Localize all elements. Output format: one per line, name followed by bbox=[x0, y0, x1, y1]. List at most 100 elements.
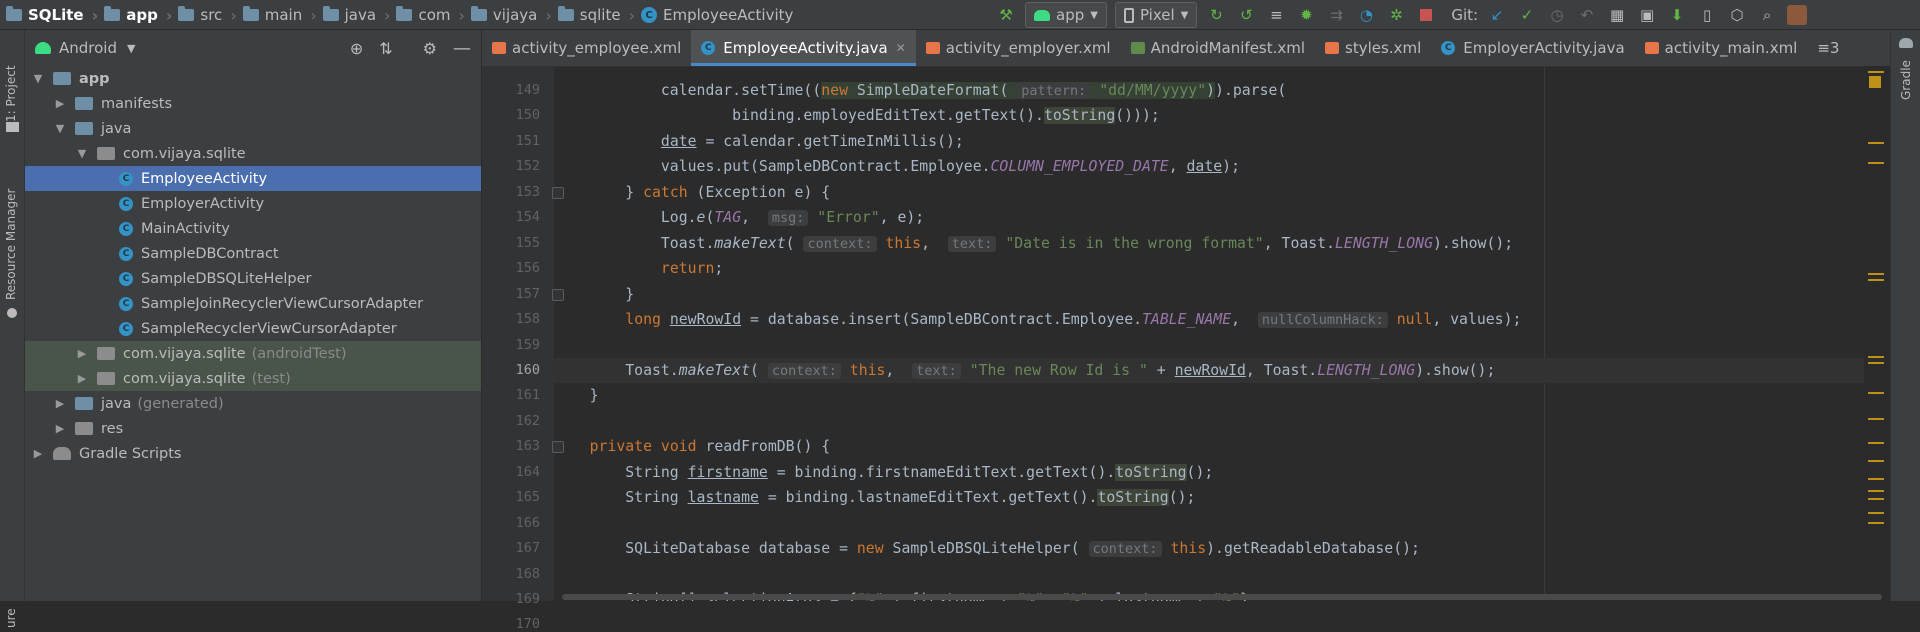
hide-icon[interactable]: — bbox=[453, 38, 471, 59]
tab-activity-main-xml[interactable]: activity_main.xml bbox=[1635, 30, 1808, 66]
scroll-marker[interactable] bbox=[1868, 442, 1884, 444]
debug-icon[interactable]: ✹ bbox=[1295, 2, 1317, 28]
chevron-right-icon[interactable]: ▶ bbox=[53, 97, 67, 110]
scroll-marker[interactable] bbox=[1868, 522, 1884, 524]
stop-icon[interactable] bbox=[1415, 2, 1437, 28]
project-tool-tab[interactable]: 1: Project bbox=[4, 65, 18, 122]
tree-item-label: com.vijaya.sqlite bbox=[123, 145, 246, 162]
tab-employeeactivity-java[interactable]: C EmployeeActivity.java ✕ bbox=[691, 30, 916, 66]
project-structure-icon[interactable]: ▦ bbox=[1606, 2, 1628, 28]
chevron-down-icon[interactable]: ▼ bbox=[31, 72, 45, 85]
attach-process-icon[interactable]: ✲ bbox=[1385, 2, 1407, 28]
resource-manager-tab[interactable]: Resource Manager bbox=[4, 189, 18, 300]
tree-item[interactable]: C EmployerActivity bbox=[25, 191, 481, 216]
attach-debugger-icon[interactable]: ⇉ bbox=[1325, 2, 1347, 28]
apply-changes-icon[interactable]: ↻ bbox=[1205, 2, 1227, 28]
chevron-down-icon[interactable]: ▼ bbox=[127, 42, 135, 55]
scroll-marker[interactable] bbox=[1868, 512, 1884, 514]
tree-item[interactable]: C SampleDBContract bbox=[25, 241, 481, 266]
tab-employeractivity-java[interactable]: C EmployerActivity.java bbox=[1431, 30, 1634, 66]
chevron-down-icon[interactable]: ▼ bbox=[53, 122, 67, 135]
breadcrumb-item[interactable]: com › bbox=[390, 0, 465, 30]
scroll-marker[interactable] bbox=[1868, 356, 1884, 358]
tab-styles-xml[interactable]: styles.xml bbox=[1315, 30, 1431, 66]
scroll-marker[interactable] bbox=[1868, 279, 1884, 281]
tree-item[interactable]: ▶ java (generated) bbox=[25, 391, 481, 416]
chevron-right-icon[interactable]: ▶ bbox=[31, 447, 45, 460]
gear-icon[interactable]: ⚙ bbox=[423, 39, 437, 58]
sdk-icon[interactable]: ⬡ bbox=[1726, 2, 1748, 28]
apply-code-changes-icon[interactable]: ↺ bbox=[1235, 2, 1257, 28]
line-number: 169 bbox=[515, 591, 540, 607]
scroll-marker[interactable] bbox=[1868, 418, 1884, 420]
hammer-icon[interactable]: ⚒ bbox=[995, 2, 1017, 28]
tree-item[interactable]: ▼ app bbox=[25, 66, 481, 91]
scroll-marker[interactable] bbox=[1868, 362, 1884, 364]
tree-item[interactable]: ▼ java bbox=[25, 116, 481, 141]
chevron-down-icon[interactable]: ▼ bbox=[75, 147, 89, 160]
device-file-icon[interactable]: ▯ bbox=[1696, 2, 1718, 28]
tree-item[interactable]: C MainActivity bbox=[25, 216, 481, 241]
tree-item[interactable]: ▼ com.vijaya.sqlite bbox=[25, 141, 481, 166]
collapse-all-icon[interactable]: ⇅ bbox=[379, 39, 392, 58]
coverage-icon[interactable]: ≡ bbox=[1265, 2, 1287, 28]
scroll-marker[interactable] bbox=[1868, 478, 1884, 480]
chevron-right-icon[interactable]: ▶ bbox=[53, 422, 67, 435]
git-rollback-icon[interactable]: ↶ bbox=[1576, 2, 1598, 28]
error-stripe[interactable] bbox=[1864, 66, 1890, 601]
horizontal-scrollbar[interactable] bbox=[562, 594, 1882, 600]
git-commit-icon[interactable]: ✓ bbox=[1516, 2, 1538, 28]
scroll-marker[interactable] bbox=[1868, 392, 1884, 394]
sdk-manager-icon[interactable]: ⬇ bbox=[1666, 2, 1688, 28]
scroll-marker[interactable] bbox=[1868, 498, 1884, 500]
breadcrumb-item[interactable]: vijaya › bbox=[465, 0, 552, 30]
scroll-marker[interactable] bbox=[1868, 71, 1884, 73]
avd-manager-icon[interactable]: ▣ bbox=[1636, 2, 1658, 28]
avatar[interactable] bbox=[1786, 2, 1808, 28]
chevron-right-icon[interactable]: ▶ bbox=[75, 372, 89, 385]
tab-activity-employee-xml[interactable]: activity_employee.xml bbox=[482, 30, 691, 66]
structure-tab[interactable]: ure bbox=[4, 608, 18, 628]
code-view[interactable]: calendar.setTime((new SimpleDateFormat( … bbox=[554, 66, 1864, 601]
tree-item[interactable]: ▶ com.vijaya.sqlite (androidTest) bbox=[25, 341, 481, 366]
tree-item[interactable]: ▶ res bbox=[25, 416, 481, 441]
search-icon[interactable]: ⌕ bbox=[1756, 2, 1778, 28]
breadcrumb-item[interactable]: C EmployeeActivity bbox=[635, 0, 793, 30]
code-line: values.put(SampleDBContract.Employee.COL… bbox=[554, 158, 1240, 176]
tab-androidmanifest-xml[interactable]: AndroidManifest.xml bbox=[1121, 30, 1315, 66]
scroll-marker[interactable] bbox=[1868, 273, 1884, 275]
breadcrumb-item[interactable]: java › bbox=[317, 0, 390, 30]
tab--3[interactable]: ≡3 bbox=[1807, 30, 1849, 66]
breadcrumb-item[interactable]: src › bbox=[172, 0, 237, 30]
breadcrumb-item[interactable]: SQLite › bbox=[0, 0, 98, 30]
tree-item[interactable]: C SampleJoinRecyclerViewCursorAdapter bbox=[25, 291, 481, 316]
tree-item[interactable]: ▶ Gradle Scripts bbox=[25, 441, 481, 466]
scroll-marker[interactable] bbox=[1868, 490, 1884, 492]
run-config-selector[interactable]: app ▼ bbox=[1025, 2, 1107, 28]
tree-item[interactable]: ▶ com.vijaya.sqlite (test) bbox=[25, 366, 481, 391]
warning-indicator[interactable] bbox=[1869, 76, 1881, 88]
view-mode-selector[interactable]: Android bbox=[59, 39, 117, 57]
breadcrumb-item[interactable]: sqlite › bbox=[552, 0, 635, 30]
chevron-right-icon[interactable]: ▶ bbox=[75, 347, 89, 360]
breadcrumb-label: SQLite bbox=[28, 6, 84, 24]
tree-item[interactable]: C SampleRecyclerViewCursorAdapter bbox=[25, 316, 481, 341]
breadcrumb-item[interactable]: main › bbox=[237, 0, 317, 30]
scroll-marker[interactable] bbox=[1868, 460, 1884, 462]
gradle-tool-tab[interactable]: Gradle bbox=[1899, 60, 1913, 100]
git-history-icon[interactable]: ◷ bbox=[1546, 2, 1568, 28]
chevron-right-icon[interactable]: ▶ bbox=[53, 397, 67, 410]
tree-item[interactable]: ▶ manifests bbox=[25, 91, 481, 116]
tree-item[interactable]: C SampleDBSQLiteHelper bbox=[25, 266, 481, 291]
git-update-icon[interactable]: ↙ bbox=[1486, 2, 1508, 28]
device-selector[interactable]: Pixel ▼ bbox=[1114, 2, 1198, 28]
close-icon[interactable]: ✕ bbox=[896, 41, 906, 55]
scroll-marker[interactable] bbox=[1868, 142, 1884, 144]
locate-icon[interactable]: ⊕ bbox=[350, 39, 363, 58]
tree-item[interactable]: C EmployeeActivity bbox=[25, 166, 481, 191]
scroll-marker[interactable] bbox=[1868, 162, 1884, 164]
breadcrumb-item[interactable]: app › bbox=[98, 0, 172, 30]
profiler-icon[interactable]: ◔ bbox=[1355, 2, 1377, 28]
tab-activity-employer-xml[interactable]: activity_employer.xml bbox=[916, 30, 1121, 66]
